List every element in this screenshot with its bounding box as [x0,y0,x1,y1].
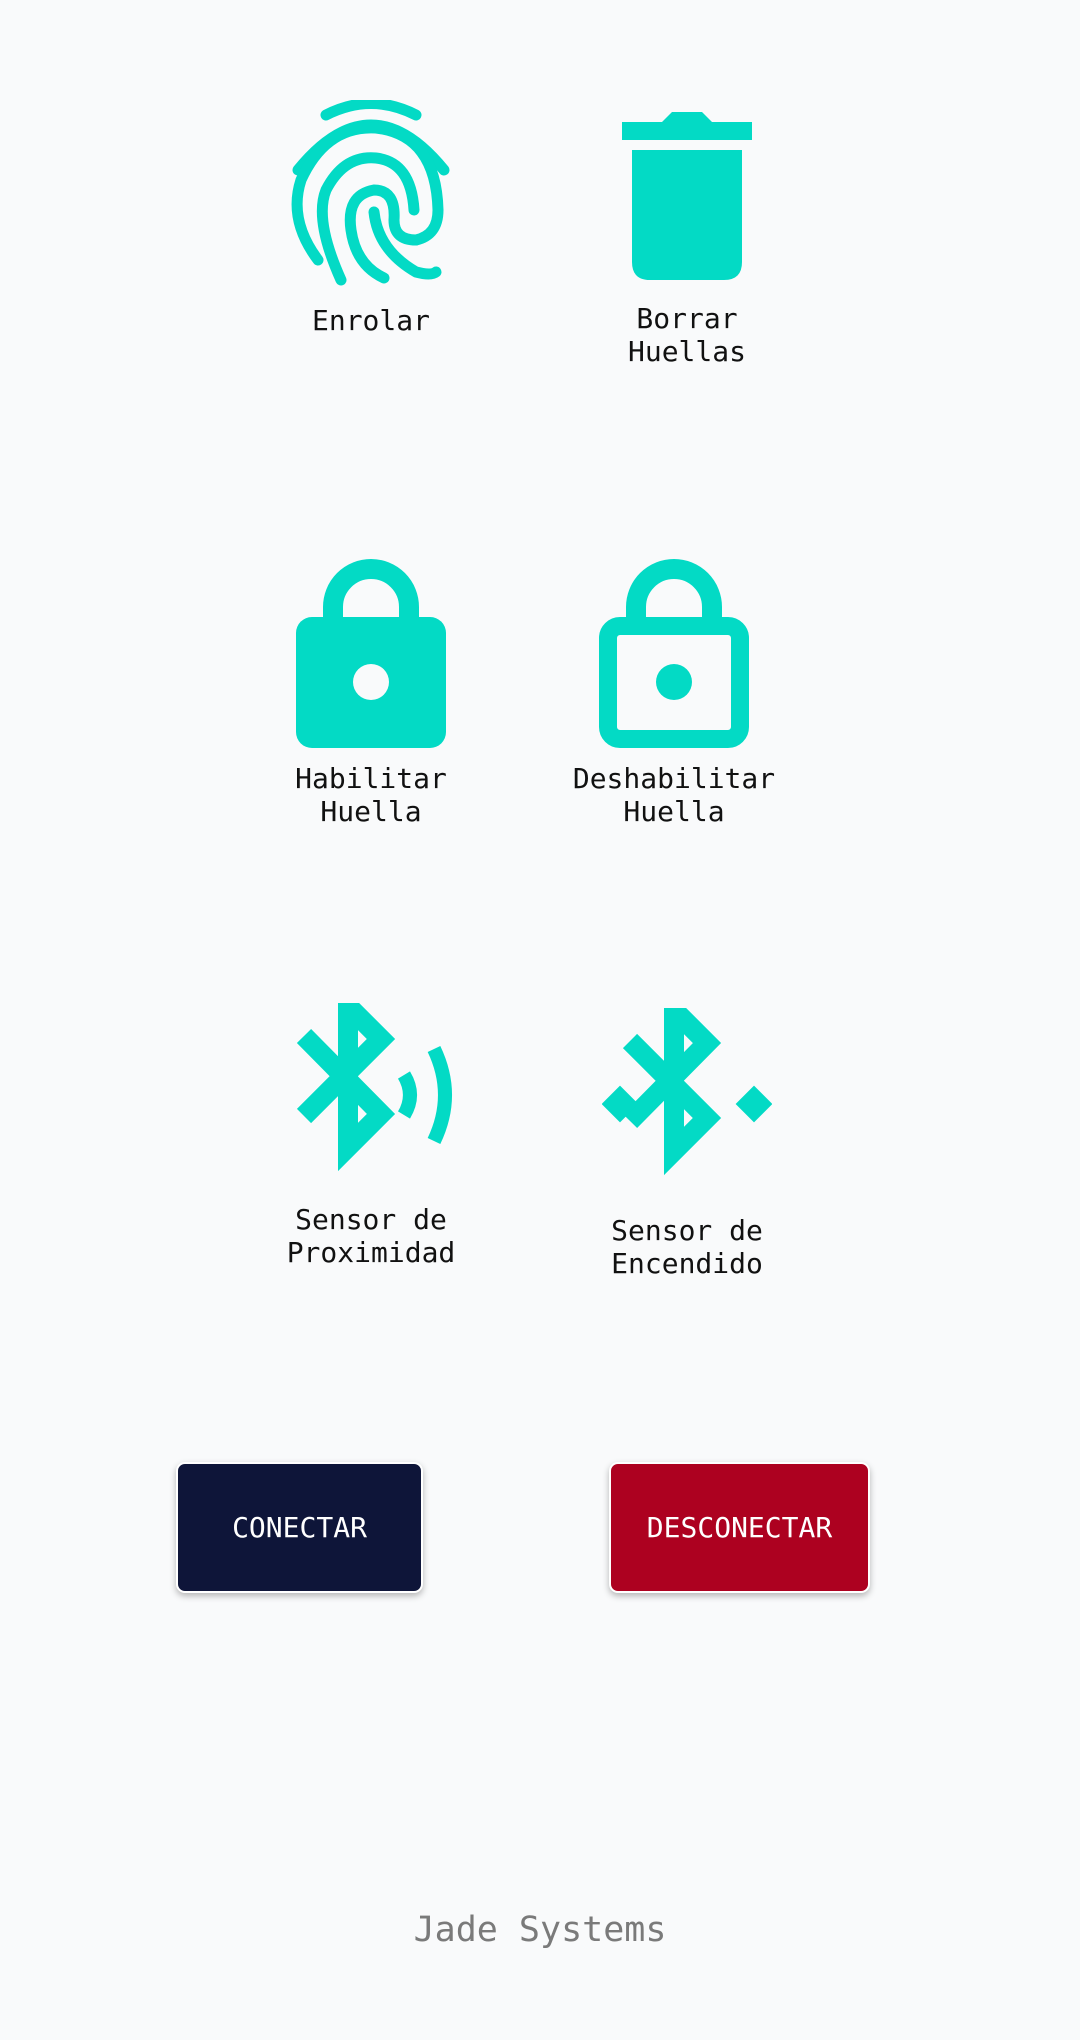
enroll-action[interactable]: Enrolar [271,100,471,337]
lock-open-icon [599,559,749,748]
disconnect-button[interactable]: DESCONECTAR [609,1462,870,1593]
connect-button[interactable]: CONECTAR [176,1462,423,1593]
bluetooth-connected-icon [602,1008,772,1176]
proximity-sensor-label: Sensor de Proximidad [286,1203,456,1269]
lock-closed-icon [296,559,446,748]
enroll-label: Enrolar [311,304,430,337]
enable-fingerprint-action[interactable]: Habilitar Huella [271,552,471,828]
disable-fingerprint-label: Deshabilitar Huella [572,762,776,828]
proximity-sensor-action[interactable]: Sensor de Proximidad [271,1003,471,1269]
bluetooth-audio-icon [296,1003,452,1172]
disable-fingerprint-action[interactable]: Deshabilitar Huella [564,552,784,828]
delete-fingerprints-action[interactable]: Borrar Huellas [587,112,787,368]
trash-icon [622,112,752,280]
fingerprint-icon [291,100,450,286]
brand-footer: Jade Systems [413,1910,667,1950]
power-sensor-action[interactable]: Sensor de Encendido [587,1008,787,1280]
power-sensor-label: Sensor de Encendido [611,1214,763,1280]
delete-fingerprints-label: Borrar Huellas [627,302,746,368]
enable-fingerprint-label: Habilitar Huella [295,762,447,828]
